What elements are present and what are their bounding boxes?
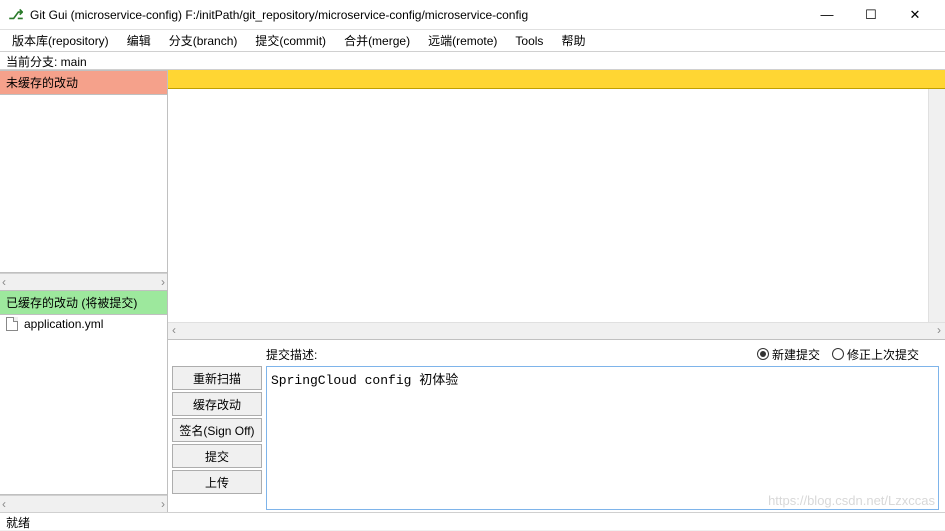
staged-file-name: application.yml bbox=[24, 317, 103, 331]
stage-button[interactable]: 缓存改动 bbox=[172, 392, 262, 416]
commit-type-radios: 新建提交 修正上次提交 bbox=[757, 346, 919, 363]
left-column: 未缓存的改动 ‹ › 已缓存的改动 (将被提交) application.yml… bbox=[0, 70, 168, 512]
radio-unchecked-icon bbox=[832, 348, 844, 360]
commit-top-row: 提交描述: 新建提交 修正上次提交 bbox=[266, 344, 939, 364]
statusbar: 就绪 bbox=[0, 512, 945, 530]
radio-checked-icon bbox=[757, 348, 769, 360]
window-controls: — ☐ ✕ bbox=[813, 5, 929, 25]
menu-commit[interactable]: 提交(commit) bbox=[247, 30, 334, 51]
radio-amend-commit[interactable]: 修正上次提交 bbox=[832, 346, 919, 363]
minimize-button[interactable]: — bbox=[813, 5, 841, 25]
menu-remote[interactable]: 远端(remote) bbox=[420, 30, 505, 51]
app-icon: ⎇ bbox=[8, 7, 24, 23]
menu-tools[interactable]: Tools bbox=[507, 32, 551, 50]
current-branch-label: 当前分支: main bbox=[6, 55, 87, 69]
diff-viewer[interactable]: ‹ › bbox=[168, 89, 945, 340]
scroll-left-icon: ‹ bbox=[172, 323, 176, 339]
menu-merge[interactable]: 合并(merge) bbox=[336, 30, 418, 51]
push-button[interactable]: 上传 bbox=[172, 470, 262, 494]
unstaged-header: 未缓存的改动 bbox=[0, 70, 167, 95]
staged-list[interactable]: application.yml bbox=[0, 315, 167, 495]
radio-new-label: 新建提交 bbox=[772, 346, 820, 363]
rescan-button[interactable]: 重新扫描 bbox=[172, 366, 262, 390]
staged-header: 已缓存的改动 (将被提交) bbox=[0, 290, 167, 315]
scroll-right-icon: › bbox=[937, 323, 941, 339]
diff-hscrollbar[interactable]: ‹ › bbox=[168, 322, 945, 339]
unstaged-list[interactable] bbox=[0, 95, 167, 273]
scroll-right-icon: › bbox=[161, 275, 165, 289]
menu-edit[interactable]: 编辑 bbox=[119, 30, 159, 51]
maximize-button[interactable]: ☐ bbox=[857, 5, 885, 25]
scroll-right-icon: › bbox=[161, 497, 165, 511]
staged-scrollbar[interactable]: ‹ › bbox=[0, 495, 167, 512]
menu-branch[interactable]: 分支(branch) bbox=[161, 30, 246, 51]
window-title: Git Gui (microservice-config) F:/initPat… bbox=[30, 8, 813, 22]
commit-message-input[interactable]: SpringCloud config 初体验 bbox=[266, 366, 939, 510]
scroll-left-icon: ‹ bbox=[2, 497, 6, 511]
unstaged-scrollbar[interactable]: ‹ › bbox=[0, 273, 167, 290]
commit-message-label: 提交描述: bbox=[266, 346, 317, 363]
menu-repository[interactable]: 版本库(repository) bbox=[4, 30, 117, 51]
menu-help[interactable]: 帮助 bbox=[553, 30, 593, 51]
branch-bar: 当前分支: main bbox=[0, 52, 945, 70]
commit-button[interactable]: 提交 bbox=[172, 444, 262, 468]
diff-vscrollbar[interactable] bbox=[928, 89, 945, 322]
signoff-button[interactable]: 签名(Sign Off) bbox=[172, 418, 262, 442]
close-button[interactable]: ✕ bbox=[901, 5, 929, 25]
scroll-left-icon: ‹ bbox=[2, 275, 6, 289]
commit-button-column: 重新扫描 缓存改动 签名(Sign Off) 提交 上传 bbox=[172, 366, 262, 510]
commit-right: 提交描述: 新建提交 修正上次提交 SpringCloud config 初体验 bbox=[266, 344, 939, 510]
right-column: ‹ › 重新扫描 缓存改动 签名(Sign Off) 提交 上传 提交描述: 新… bbox=[168, 70, 945, 512]
status-text: 就绪 bbox=[6, 516, 30, 530]
staged-file-row[interactable]: application.yml bbox=[0, 315, 167, 333]
menubar: 版本库(repository) 编辑 分支(branch) 提交(commit)… bbox=[0, 30, 945, 52]
radio-amend-label: 修正上次提交 bbox=[847, 346, 919, 363]
commit-area: 重新扫描 缓存改动 签名(Sign Off) 提交 上传 提交描述: 新建提交 bbox=[168, 340, 945, 512]
radio-new-commit[interactable]: 新建提交 bbox=[757, 346, 820, 363]
file-icon bbox=[6, 317, 18, 331]
diff-header bbox=[168, 70, 945, 89]
titlebar: ⎇ Git Gui (microservice-config) F:/initP… bbox=[0, 0, 945, 30]
main-area: 未缓存的改动 ‹ › 已缓存的改动 (将被提交) application.yml… bbox=[0, 70, 945, 512]
